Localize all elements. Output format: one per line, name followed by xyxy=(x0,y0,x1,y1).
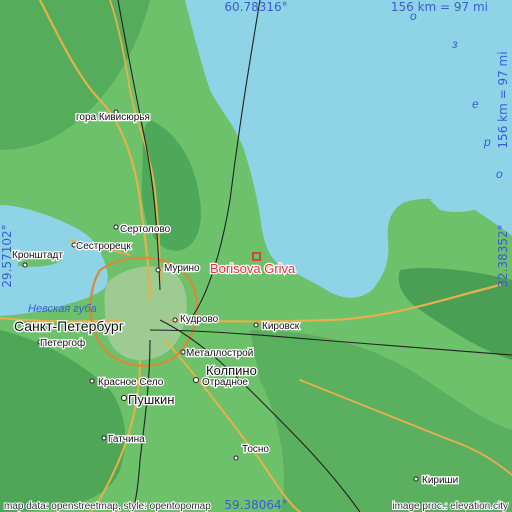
topographic-map: Невская губа о з е р о гора Кивисюрья Се… xyxy=(0,0,512,512)
place-label: Кириши xyxy=(422,475,458,486)
place-label: Санкт-Петербург xyxy=(14,318,124,334)
marker-metallostroy xyxy=(180,349,186,355)
place-label: Пушкин xyxy=(128,392,174,407)
bay-label: Невская губа xyxy=(28,303,97,315)
scale-right: 156 km = 97 mi xyxy=(496,51,510,148)
marker-krasnoe-selo xyxy=(89,378,95,384)
south-coordinate: 59.38064° xyxy=(224,498,287,512)
place-label: Петергоф xyxy=(40,337,85,349)
marker-tosno xyxy=(233,455,239,461)
place-label: Кудрово xyxy=(180,314,219,325)
marker-kirishi xyxy=(413,476,419,482)
marker-sertolovo xyxy=(113,224,119,230)
place-label: Тосно xyxy=(242,444,269,455)
place-label: Сестрорецк xyxy=(76,241,131,252)
scale-top: 156 km = 97 mi xyxy=(391,0,488,14)
lake-letter: е xyxy=(472,97,479,111)
lake-letter: о xyxy=(496,167,503,181)
marker-gatchina xyxy=(101,435,107,441)
lake-letter: р xyxy=(483,135,491,149)
north-coordinate: 60.78316° xyxy=(224,0,287,14)
place-label: Металлострой xyxy=(186,348,253,359)
west-coordinate: 29.57102° xyxy=(0,224,14,287)
east-coordinate: 32.38352° xyxy=(496,224,510,287)
place-label: Колпино xyxy=(206,363,257,378)
place-label: Сертолово xyxy=(120,224,171,235)
lake-letter: з xyxy=(451,37,458,51)
marker-kirovsk xyxy=(253,322,259,328)
highlight-label: Borisova Griva xyxy=(210,261,296,276)
place-label: Кронштадт xyxy=(12,250,63,261)
place-label: Гатчина xyxy=(108,434,145,445)
marker-pushkin xyxy=(121,395,127,401)
place-label: гора Кивисюрья xyxy=(76,112,150,123)
marker-kronshtadt xyxy=(22,262,28,268)
attribution-right: image proc.: elevation.city xyxy=(392,501,508,512)
marker-murino xyxy=(155,267,161,273)
place-label: Кировск xyxy=(262,321,300,332)
place-label: Отрадное xyxy=(202,377,248,388)
marker-kudrovo xyxy=(172,317,178,323)
place-label: Мурино xyxy=(164,263,200,274)
place-label: Красное Село xyxy=(98,377,164,388)
attribution-left: map data: openstreetmap, style: opentopo… xyxy=(4,501,211,512)
marker-kolpino xyxy=(193,377,199,383)
